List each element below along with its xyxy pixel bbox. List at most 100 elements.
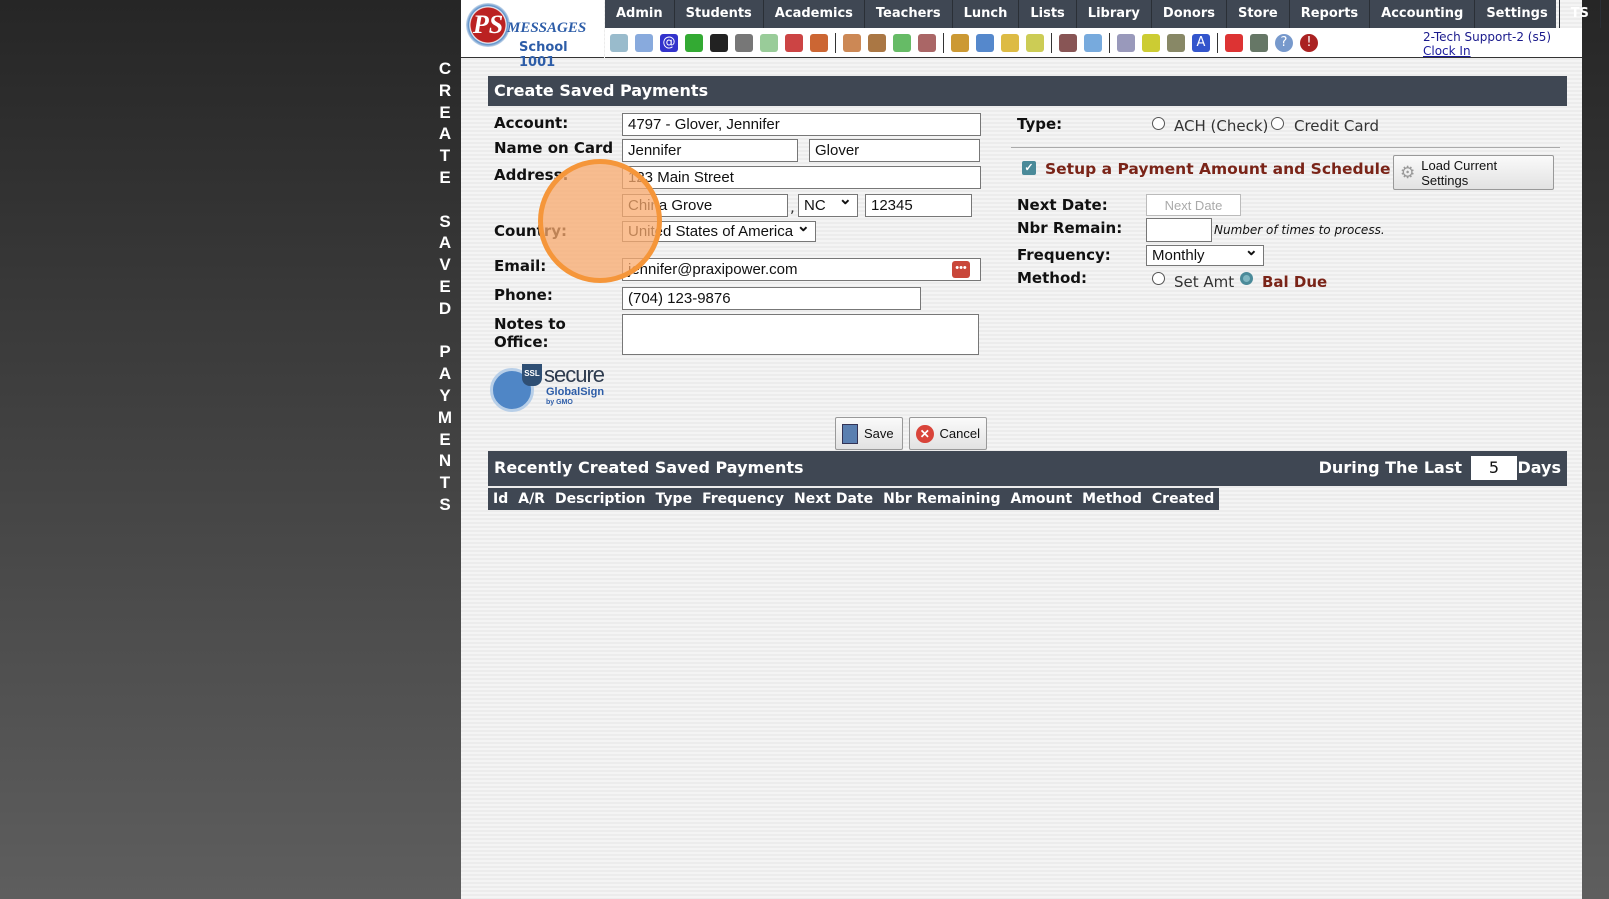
calendar-grid-icon[interactable] <box>635 33 653 52</box>
save-label: Save <box>864 426 894 441</box>
phone-field[interactable]: (704) 123-9876 <box>622 287 921 310</box>
method-set-amt-radio[interactable] <box>1152 272 1165 285</box>
notes-label-2: Office: <box>494 333 549 351</box>
days-field[interactable]: 5 <box>1471 456 1517 480</box>
zip-field[interactable]: 12345 <box>865 194 972 217</box>
help-icon[interactable]: ? <box>1275 33 1293 52</box>
logo-brand: MESSAGES <box>507 20 587 36</box>
nav-lists[interactable]: Lists <box>1019 0 1077 28</box>
email-value: jennifer@praxipower.com <box>628 261 798 278</box>
user-name: 2-Tech Support-2 (s5) <box>1423 30 1552 44</box>
nav-lunch[interactable]: Lunch <box>953 0 1020 28</box>
vertical-page-title: C R E A T E S A V E D P A Y M E N T S <box>437 59 453 514</box>
column-header[interactable]: Type <box>651 488 698 510</box>
recent-table-header: Id A/R Description Type Frequency Next Date Nb… <box>488 488 1220 510</box>
power-icon[interactable]: ! <box>1300 33 1318 52</box>
nav-settings[interactable]: Settings <box>1475 0 1560 28</box>
book-icon[interactable] <box>976 33 994 52</box>
ssl-by: by GMO <box>546 399 573 406</box>
nav-reports[interactable]: Reports <box>1290 0 1371 28</box>
toolbar-separator <box>835 32 836 53</box>
column-header[interactable]: Next Date <box>789 488 878 510</box>
floppy-disk-icon <box>842 423 858 444</box>
nav-logout[interactable]: Logout <box>1601 0 1609 28</box>
ssl-badge: SSL <box>522 364 542 386</box>
frequency-select[interactable]: Monthly <box>1146 245 1264 266</box>
megaphone-icon[interactable] <box>810 33 828 52</box>
notes-label-1: Notes to <box>494 315 566 333</box>
state-select[interactable]: NC <box>798 194 858 217</box>
export-icon[interactable] <box>1026 33 1044 52</box>
ssl-brand: GlobalSign <box>546 386 605 398</box>
nbr-remain-field[interactable] <box>1146 218 1212 242</box>
alarm-clock-icon[interactable] <box>1084 33 1102 52</box>
spreadsheet-icon[interactable] <box>1117 33 1135 52</box>
cancel-button[interactable]: ✕ Cancel <box>909 417 987 450</box>
clock-in-link[interactable]: Clock In <box>1423 44 1551 58</box>
form-title: Create Saved Payments <box>488 76 1567 106</box>
calendar-icon[interactable] <box>785 33 803 52</box>
days-label: Days <box>1517 458 1561 477</box>
logo[interactable]: PS MESSAGES School 1001 <box>461 0 604 70</box>
nav-store[interactable]: Store <box>1227 0 1290 28</box>
toolbar-separator <box>1217 32 1218 53</box>
speaker-icon[interactable] <box>735 33 753 52</box>
staff-icon[interactable] <box>1059 33 1077 52</box>
type-ach-label: ACH (Check) <box>1174 117 1269 135</box>
street-field[interactable]: 123 Main Street <box>622 166 981 189</box>
email-at-icon[interactable]: @ <box>660 33 678 52</box>
column-header[interactable]: Created <box>1147 488 1219 510</box>
column-header[interactable]: Id <box>488 488 513 510</box>
load-current-settings-button[interactable]: ⚙ Load Current Settings <box>1393 155 1554 190</box>
nav-students[interactable]: Students <box>675 0 764 28</box>
email-field[interactable]: jennifer@praxipower.com ••• <box>622 258 981 281</box>
cash-register-icon[interactable] <box>1250 33 1268 52</box>
type-credit-card-radio[interactable] <box>1271 117 1284 130</box>
schedule-icon[interactable] <box>760 33 778 52</box>
method-bal-due-radio[interactable] <box>1240 272 1253 285</box>
add-user-icon[interactable] <box>843 33 861 52</box>
first-name-field[interactable]: Jennifer <box>622 139 798 162</box>
recent-header: Recently Created Saved Payments During T… <box>488 451 1567 486</box>
group-icon[interactable] <box>918 33 936 52</box>
column-header[interactable]: Frequency <box>697 488 789 510</box>
method-label: Method: <box>1017 269 1087 287</box>
school-name: School 1001 <box>519 40 568 70</box>
notes-field[interactable] <box>622 314 979 355</box>
phone-icon[interactable] <box>710 33 728 52</box>
nav-admin[interactable]: Admin <box>605 0 675 28</box>
search-icon[interactable] <box>610 33 628 52</box>
during-label: During The Last <box>1318 458 1462 477</box>
method-set-amt-label: Set Amt <box>1174 273 1235 291</box>
nav-ts[interactable]: TS <box>1560 0 1601 28</box>
column-header[interactable]: Nbr Remaining <box>878 488 1005 510</box>
column-header[interactable]: Method <box>1077 488 1147 510</box>
password-manager-icon[interactable]: ••• <box>952 261 970 278</box>
account-field[interactable]: 4797 - Glover, Jennifer <box>622 113 981 136</box>
ap-icon[interactable]: A <box>1192 33 1210 52</box>
printer-icon[interactable] <box>1167 33 1185 52</box>
save-button[interactable]: Save <box>835 417 903 450</box>
nav-library[interactable]: Library <box>1077 0 1152 28</box>
nav-academics[interactable]: Academics <box>764 0 865 28</box>
food-icon[interactable] <box>951 33 969 52</box>
nav-teachers[interactable]: Teachers <box>865 0 953 28</box>
money-icon[interactable] <box>893 33 911 52</box>
chat-icon[interactable] <box>685 33 703 52</box>
column-header[interactable]: A/R <box>513 488 550 510</box>
nav-accounting[interactable]: Accounting <box>1370 0 1476 28</box>
comma: , <box>790 198 795 216</box>
type-ach-radio[interactable] <box>1152 117 1165 130</box>
last-name-field[interactable]: Glover <box>809 139 980 162</box>
bell-icon[interactable] <box>1001 33 1019 52</box>
setup-checkbox[interactable]: ✓ <box>1022 161 1036 175</box>
right-background <box>1582 0 1609 899</box>
card-icon[interactable] <box>1142 33 1160 52</box>
state-value: NC <box>804 197 826 214</box>
user-icon[interactable] <box>868 33 886 52</box>
column-header[interactable]: Description <box>550 488 651 510</box>
column-header[interactable]: Amount <box>1005 488 1077 510</box>
nav-donors[interactable]: Donors <box>1152 0 1227 28</box>
pdf-icon[interactable] <box>1225 33 1243 52</box>
next-date-field[interactable]: Next Date <box>1146 194 1241 216</box>
